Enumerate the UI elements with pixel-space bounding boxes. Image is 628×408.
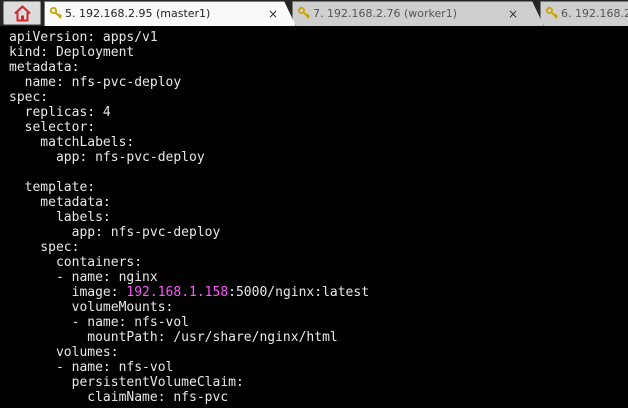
terminal-line: app: nfs-pvc-deploy <box>9 150 205 165</box>
terminal-line: containers: <box>9 255 143 270</box>
terminal-line: template: <box>9 180 96 195</box>
terminal-line: labels: <box>9 210 111 225</box>
close-tab-button[interactable]: × <box>507 2 519 26</box>
key-icon <box>546 7 558 19</box>
terminal-line: volumes: <box>9 345 119 360</box>
terminal-line: replicas: 4 <box>9 105 111 120</box>
tab-session-6[interactable]: 6. 192.168.2.8 <box>540 1 628 26</box>
tab-bar: 6. 192.168.2.8 7. 192.168.2.76 (worker1)… <box>0 0 628 26</box>
terminal-line: metadata: <box>9 195 111 210</box>
tab-session-5[interactable]: 5. 192.168.2.95 (master1) × <box>44 1 296 26</box>
terminal-line: claimName: nfs-pvc <box>9 390 229 405</box>
home-button[interactable] <box>3 1 41 25</box>
image-path: :5000/nginx:latest <box>228 285 370 300</box>
terminal-line: persistentVolumeClaim: <box>9 375 244 390</box>
terminal-line-image: image: 192.168.1.158:5000/nginx:latest <box>9 285 369 300</box>
terminal-line: spec: <box>9 90 49 105</box>
terminal-line: - name: nfs-vol <box>9 360 174 375</box>
tab-session-7[interactable]: 7. 192.168.2.76 (worker1) × <box>292 1 544 26</box>
key-icon <box>298 7 310 19</box>
tab-label: 5. 192.168.2.95 (master1) <box>65 7 211 20</box>
terminal-line: selector: <box>9 120 96 135</box>
key-icon <box>50 7 62 19</box>
terminal-output[interactable]: apiVersion: apps/v1 kind: Deployment met… <box>0 26 628 408</box>
terminal-line: - name: nfs-vol <box>9 315 190 330</box>
terminal-line: kind: Deployment <box>9 45 135 60</box>
home-icon <box>14 5 31 22</box>
terminal-line: mountPath: /usr/share/nginx/html <box>9 330 338 345</box>
tab-label: 7. 192.168.2.76 (worker1) <box>313 7 458 20</box>
terminal-line: spec: <box>9 240 80 255</box>
close-tab-button[interactable]: × <box>267 2 279 26</box>
terminal-line: metadata: <box>9 60 80 75</box>
image-key: image: <box>9 285 127 300</box>
image-registry-ip: 192.168.1.158 <box>126 285 229 300</box>
terminal-line: name: nfs-pvc-deploy <box>9 75 182 90</box>
terminal-line: volumeMounts: <box>9 300 174 315</box>
tab-label: 6. 192.168.2.8 <box>561 7 624 20</box>
terminal-line: apiVersion: apps/v1 <box>9 30 158 45</box>
terminal-line: - name: nginx <box>9 270 158 285</box>
terminal-line: app: nfs-pvc-deploy <box>9 225 221 240</box>
terminal-line: matchLabels: <box>9 135 135 150</box>
